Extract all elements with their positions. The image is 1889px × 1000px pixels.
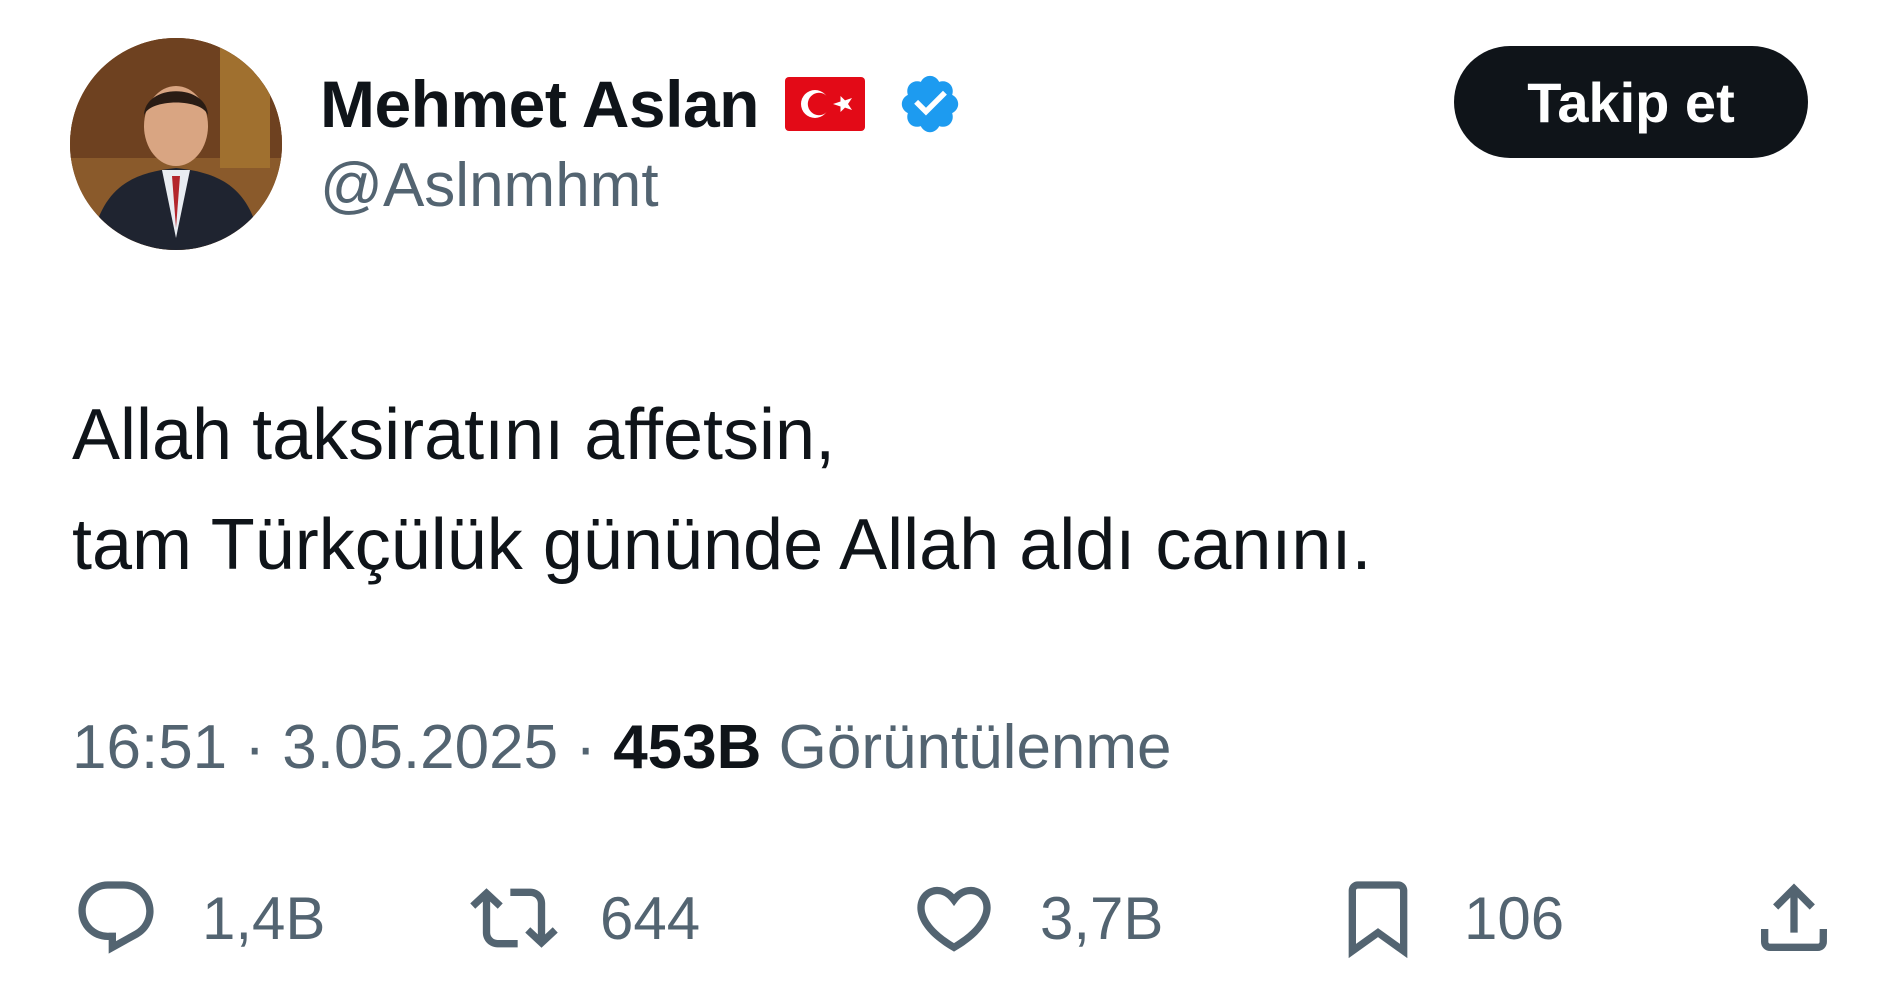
retweet-button[interactable]: 644 [470, 868, 700, 968]
bookmark-icon [1348, 881, 1408, 959]
action-bar: 1,4B 644 3,7B 106 [72, 868, 1842, 968]
display-name[interactable]: Mehmet Aslan [320, 66, 759, 142]
retweet-count: 644 [600, 884, 701, 952]
turkey-flag-icon [784, 77, 865, 131]
tweet-date[interactable]: 3.05.2025 [282, 713, 558, 782]
meta-separator-1: · [227, 713, 283, 782]
author-name-row: Mehmet Aslan [320, 62, 963, 146]
heart-icon [917, 886, 991, 952]
reply-count: 1,4B [202, 884, 326, 952]
share-icon [1761, 883, 1827, 951]
follow-button[interactable]: Takip et [1454, 46, 1808, 158]
retweet-icon [470, 888, 558, 948]
tweet-line-2: tam Türkçülük gününde Allah aldı canını. [72, 505, 1372, 585]
like-count: 3,7B [1040, 884, 1164, 952]
avatar[interactable] [70, 38, 282, 250]
author-handle[interactable]: @Aslnmhmt [320, 150, 659, 221]
bookmark-count: 106 [1464, 884, 1565, 952]
tweet-line-1: Allah taksiratını affetsin, [72, 395, 836, 475]
views-label: Görüntülenme [761, 713, 1172, 782]
meta-separator-2: · [558, 713, 614, 782]
reply-button[interactable]: 1,4B [72, 868, 325, 968]
avatar-portrait-image [70, 38, 282, 250]
reply-icon [78, 881, 154, 954]
verified-badge-icon[interactable] [897, 71, 963, 137]
like-button[interactable]: 3,7B [910, 868, 1163, 968]
views-count[interactable]: 453B [613, 713, 761, 782]
share-button[interactable] [1750, 868, 1838, 968]
bookmark-button[interactable]: 106 [1334, 868, 1564, 968]
tweet-text: Allah taksiratını affetsin, tam Türkçülü… [72, 380, 1812, 600]
tweet-meta: 16:51 · 3.05.2025 · 453B Görüntülenme [72, 712, 1172, 783]
tweet-time[interactable]: 16:51 [72, 713, 227, 782]
